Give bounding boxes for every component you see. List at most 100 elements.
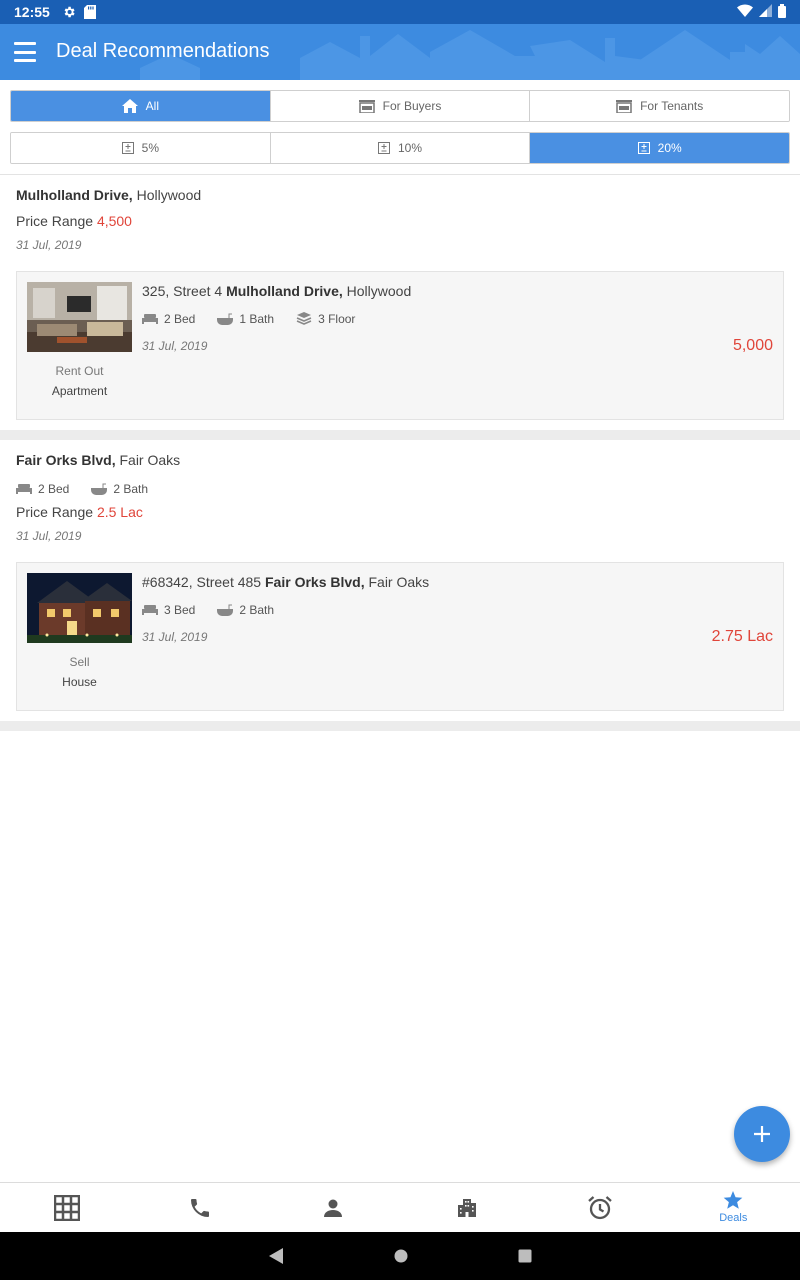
feature-baths: 2 Bath	[217, 603, 274, 617]
deal-date: 31 Jul, 2019	[16, 529, 82, 543]
divider	[0, 174, 800, 175]
section-separator	[0, 721, 800, 731]
feature-beds-label: 3 Bed	[164, 603, 196, 617]
person-icon	[324, 1199, 343, 1217]
bottom-navigation: Deals	[0, 1182, 800, 1232]
tab-5-percent-label: 5%	[141, 141, 159, 155]
nav-properties[interactable]	[400, 1183, 533, 1232]
property-features: 2 Bed 1 Bath 3 Floor	[142, 312, 355, 326]
address-prefix: 325, Street 4	[142, 283, 227, 299]
feature-baths-label: 2 Bath	[113, 482, 149, 496]
feature-floors-label: 3 Floor	[318, 312, 356, 326]
plus-minus-icon	[377, 142, 390, 154]
tab-for-buyers-label: For Buyers	[382, 99, 442, 113]
property-category: House	[62, 675, 97, 689]
sd-card-icon	[83, 5, 96, 19]
home-icon	[121, 99, 138, 113]
property-date: 31 Jul, 2019	[142, 630, 208, 644]
deal-location: Mulholland Drive, Hollywood	[16, 187, 201, 203]
feature-beds: 2 Bed	[142, 312, 195, 326]
nav-calls[interactable]	[133, 1183, 266, 1232]
property-address: #68342, Street 485 Fair Orks Blvd, Fair …	[142, 574, 429, 590]
section-separator	[0, 430, 800, 440]
nav-dashboard[interactable]	[0, 1183, 133, 1232]
battery-icon	[778, 3, 786, 21]
tab-10-percent[interactable]: 10%	[270, 133, 531, 163]
nav-deals[interactable]: Deals	[667, 1183, 800, 1232]
address-prefix: #68342, Street 485	[142, 574, 265, 590]
feature-floors: 3 Floor	[296, 312, 355, 326]
add-deal-button[interactable]	[734, 1106, 790, 1162]
address-rest: Hollywood	[342, 283, 412, 299]
deal-location: Fair Orks Blvd, Fair Oaks	[16, 452, 180, 468]
property-purpose: Rent Out	[55, 364, 104, 378]
property-price: 2.75 Lac	[711, 628, 773, 645]
bed-icon	[142, 605, 158, 615]
address-bold: Mulholland Drive,	[226, 283, 343, 299]
deal-location-bold: Mulholland Drive,	[16, 187, 133, 203]
price-range-label: Price Range	[16, 213, 97, 229]
matched-property-card[interactable]: Sell House #68342, Street 485 Fair Orks …	[16, 562, 784, 711]
star-icon	[723, 1191, 743, 1209]
price-range-label: Price Range	[16, 504, 97, 520]
bed-icon	[16, 484, 32, 494]
alarm-icon	[588, 1195, 612, 1219]
feature-beds-label: 2 Bed	[38, 482, 70, 496]
property-features: 3 Bed 2 Bath	[142, 603, 274, 617]
back-icon[interactable]	[268, 1247, 284, 1265]
tab-20-percent[interactable]: 20%	[530, 133, 789, 163]
bath-icon	[217, 604, 234, 616]
phone-icon	[190, 1198, 209, 1217]
property-purpose: Sell	[69, 655, 90, 669]
address-bold: Fair Orks Blvd,	[265, 574, 365, 590]
page-title: Deal Recommendations	[56, 40, 270, 62]
deal-features: 2 Bed 2 Bath	[16, 482, 148, 496]
deal-location-bold: Fair Orks Blvd,	[16, 452, 116, 468]
menu-icon[interactable]	[14, 42, 36, 62]
feature-baths-label: 1 Bath	[239, 312, 275, 326]
property-thumbnail	[27, 573, 132, 643]
tab-all[interactable]: All	[11, 91, 271, 121]
building-icon	[457, 1198, 476, 1217]
feature-beds: 2 Bed	[16, 482, 69, 496]
tab-for-buyers[interactable]: For Buyers	[270, 91, 531, 121]
bed-icon	[142, 314, 158, 324]
nav-reminders[interactable]	[533, 1183, 666, 1232]
feature-baths: 2 Bath	[91, 482, 148, 496]
status-bar: 12:55	[0, 0, 800, 24]
matched-property-card[interactable]: Rent Out Apartment 325, Street 4 Mulholl…	[16, 271, 784, 420]
home-button-icon[interactable]	[394, 1249, 408, 1263]
tab-for-tenants-label: For Tenants	[640, 99, 704, 113]
tab-10-percent-label: 10%	[397, 141, 423, 155]
rent-sign-icon	[616, 100, 633, 113]
address-rest: Fair Oaks	[364, 574, 430, 590]
wifi-icon	[737, 4, 753, 20]
feature-beds: 3 Bed	[142, 603, 195, 617]
app-bar: Deal Recommendations	[0, 24, 800, 80]
feature-beds-label: 2 Bed	[164, 312, 196, 326]
property-category: Apartment	[51, 384, 108, 398]
tab-for-tenants[interactable]: For Tenants	[530, 91, 789, 121]
plus-icon	[754, 1126, 770, 1142]
deal-location-rest: Hollywood	[132, 187, 202, 203]
status-time: 12:55	[14, 4, 50, 20]
bath-icon	[217, 313, 234, 325]
property-date: 31 Jul, 2019	[142, 339, 208, 353]
price-range-value: 2.5 Lac	[96, 504, 143, 520]
property-address: 325, Street 4 Mulholland Drive, Hollywoo…	[142, 283, 411, 299]
recents-icon[interactable]	[518, 1249, 532, 1263]
plus-minus-icon	[637, 142, 650, 154]
deal-price-range: Price Range 4,500	[16, 213, 132, 229]
feature-baths-label: 2 Bath	[239, 603, 275, 617]
feature-baths: 1 Bath	[217, 312, 274, 326]
tab-all-label: All	[145, 99, 159, 113]
deal-location-rest: Fair Oaks	[115, 452, 181, 468]
tab-5-percent[interactable]: 5%	[11, 133, 271, 163]
system-navigation-bar	[0, 1232, 800, 1280]
filter-tabs: All For Buyers For Tenants	[10, 90, 790, 122]
deal-price-range: Price Range 2.5 Lac	[16, 504, 143, 520]
nav-deals-label: Deals	[719, 1212, 748, 1224]
nav-contacts[interactable]	[267, 1183, 400, 1232]
grid-icon	[53, 1194, 80, 1221]
settings-status-icon	[62, 5, 76, 19]
